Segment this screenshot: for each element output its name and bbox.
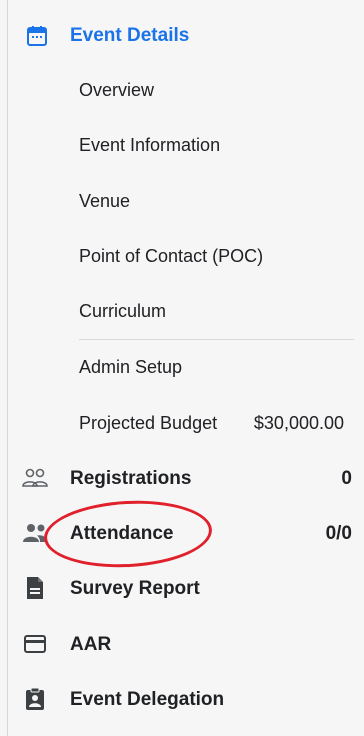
nav-item-survey-report[interactable]: Survey Report bbox=[8, 568, 364, 608]
registrations-label: Registrations bbox=[70, 468, 192, 489]
aar-label: AAR bbox=[70, 634, 112, 655]
nav-item-point-of-contact[interactable]: Point of Contact (POC) bbox=[79, 238, 356, 274]
nav-item-event-information[interactable]: Event Information bbox=[79, 127, 356, 163]
people-filled-icon bbox=[22, 521, 48, 545]
nav-item-label: Admin Setup bbox=[79, 357, 183, 377]
nav-item-label: Curriculum bbox=[79, 301, 167, 321]
projected-budget-value: $30,000.00 bbox=[253, 413, 344, 433]
calendar-icon bbox=[25, 24, 49, 48]
nav-item-curriculum[interactable]: Curriculum bbox=[79, 293, 356, 329]
nav-item-registrations[interactable]: Registrations 0 bbox=[8, 458, 364, 498]
nav-item-label: Point of Contact (POC) bbox=[79, 246, 264, 266]
card-icon bbox=[22, 632, 48, 656]
nav-item-venue[interactable]: Venue bbox=[79, 183, 356, 219]
survey-report-label: Survey Report bbox=[70, 578, 200, 599]
nav-item-projected-budget[interactable]: Projected Budget $30,000.00 bbox=[79, 405, 356, 441]
nav-item-aar[interactable]: AAR bbox=[8, 624, 364, 664]
registrations-count: 0 bbox=[341, 468, 352, 489]
attendance-label: Attendance bbox=[70, 523, 174, 544]
attendance-count: 0/0 bbox=[325, 523, 352, 544]
event-delegation-label: Event Delegation bbox=[70, 689, 225, 710]
nav-item-label: Projected Budget bbox=[79, 413, 218, 433]
event-details-header[interactable]: Event Details bbox=[8, 16, 364, 54]
document-icon bbox=[22, 576, 48, 600]
nav-item-overview[interactable]: Overview bbox=[79, 72, 356, 108]
event-details-label: Event Details bbox=[70, 25, 190, 46]
nav-item-label: Venue bbox=[79, 191, 131, 211]
event-sidebar: Event Details Overview Event Information… bbox=[7, 0, 364, 736]
people-outline-icon bbox=[22, 466, 48, 490]
nav-item-event-delegation[interactable]: Event Delegation bbox=[8, 679, 364, 719]
clipboard-person-icon bbox=[22, 687, 48, 711]
nav-item-label: Event Information bbox=[79, 135, 221, 155]
nav-item-admin-setup[interactable]: Admin Setup bbox=[79, 349, 356, 385]
nav-item-label: Overview bbox=[79, 80, 155, 100]
section-divider bbox=[79, 339, 354, 340]
nav-item-attendance[interactable]: Attendance 0/0 bbox=[8, 513, 364, 553]
